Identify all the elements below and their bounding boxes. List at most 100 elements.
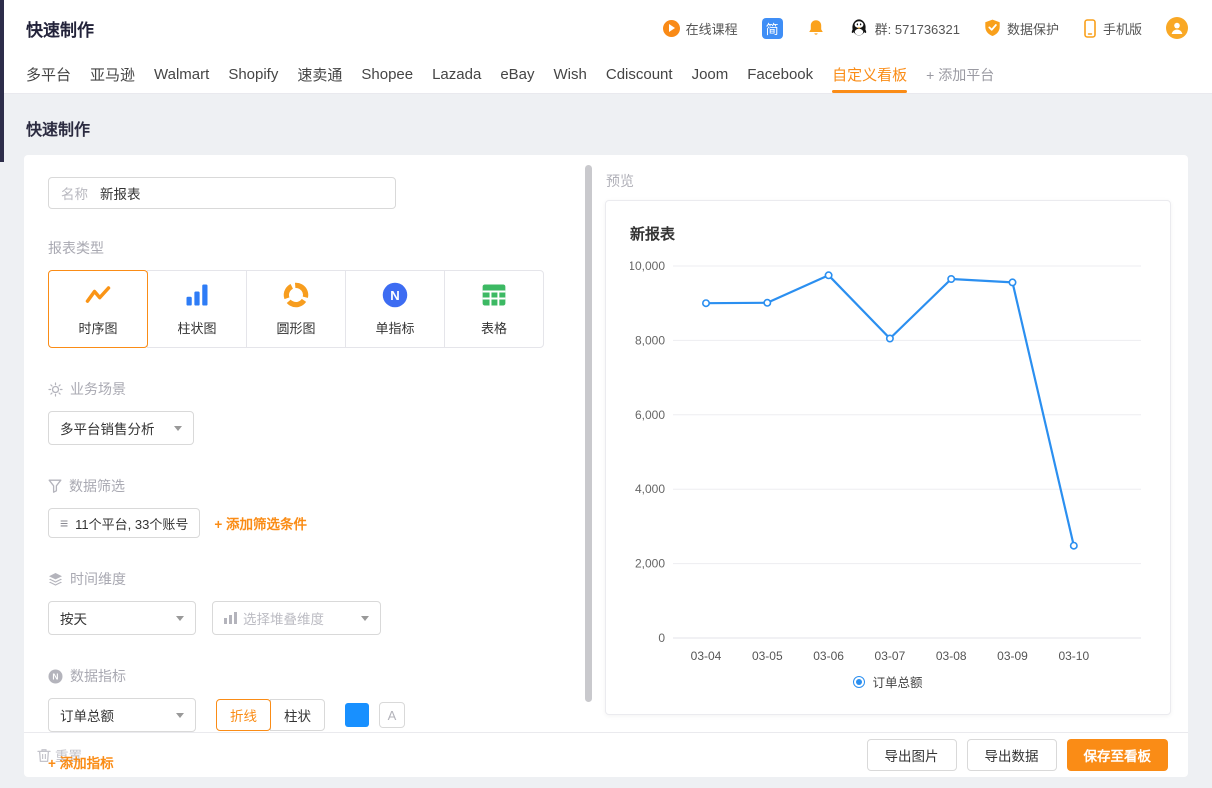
platform-tabs: 多平台亚马逊 Walmart Shopify 速卖通 Shopee Lazada eBay W… — [0, 56, 1212, 94]
preview-label: 预览 — [606, 171, 1171, 191]
report-type-donut-chart[interactable]: 圆形图 — [246, 270, 346, 348]
platform-tab-7[interactable]: eBay — [500, 56, 534, 93]
phone-icon — [1083, 19, 1097, 38]
bar-style-button[interactable]: 柱状 — [270, 699, 325, 731]
online-course-label: 在线课程 — [686, 19, 738, 38]
platform-tab-2[interactable]: Walmart — [154, 56, 209, 93]
report-type-label: 单指标 — [375, 318, 414, 337]
platform-tab-6[interactable]: Lazada — [432, 56, 481, 93]
platform-tab-4[interactable]: 速卖通 — [297, 56, 342, 93]
language-badge[interactable]: 简 — [762, 18, 783, 39]
platform-tab-8[interactable]: Wish — [554, 56, 587, 93]
topbar: 快速制作 在线课程 简 群: 571736321 数据保护 手机版 — [0, 0, 1212, 56]
platform-tab-9[interactable]: Cdiscount — [606, 56, 673, 93]
mini-bars-icon — [224, 612, 237, 624]
svg-text:03-08: 03-08 — [936, 649, 967, 663]
add-filter-link[interactable]: + 添加筛选条件 — [214, 513, 307, 533]
data-metric-label: 数据指标 — [70, 666, 126, 686]
report-type-label: 报表类型 — [48, 238, 104, 258]
sidebar-edge — [0, 0, 4, 162]
platform-tab-12[interactable]: 自定义看板 — [832, 56, 907, 93]
online-course-link[interactable]: 在线课程 — [663, 19, 738, 38]
legend-dot-icon — [853, 676, 865, 688]
notification-bell-icon[interactable] — [807, 19, 825, 37]
data-protection-link[interactable]: 数据保护 — [984, 19, 1059, 38]
svg-text:03-04: 03-04 — [691, 649, 722, 663]
metric-n-icon: N — [48, 669, 63, 684]
mobile-version-label: 手机版 — [1103, 19, 1142, 38]
platform-tab-0[interactable]: 多平台 — [26, 56, 71, 93]
series-color-swatch[interactable] — [345, 703, 369, 727]
report-name-input[interactable] — [100, 186, 383, 201]
platform-tab-10[interactable]: Joom — [692, 56, 729, 93]
qq-icon — [849, 18, 869, 38]
report-type-label: 圆形图 — [276, 318, 315, 337]
svg-text:2,000: 2,000 — [635, 557, 665, 571]
chevron-down-icon — [174, 426, 182, 431]
chevron-down-icon — [176, 616, 184, 621]
export-data-button[interactable]: 导出数据 — [967, 739, 1057, 771]
svg-text:10,000: 10,000 — [630, 259, 665, 273]
data-protection-label: 数据保护 — [1007, 19, 1059, 38]
metric-select[interactable]: 订单总额 — [48, 698, 196, 732]
donut-chart-icon — [281, 281, 311, 309]
shield-check-icon — [984, 19, 1001, 37]
report-type-group: 时序图 柱状图 圆形图 N 单指标 表格 — [48, 270, 547, 348]
report-type-line-chart[interactable]: 时序图 — [48, 270, 148, 348]
report-type-table[interactable]: 表格 — [444, 270, 544, 348]
form-scrollbar[interactable] — [585, 165, 592, 702]
chevron-down-icon — [361, 616, 369, 621]
chart-style-toggle: 折线 柱状 — [216, 699, 325, 731]
play-icon — [663, 20, 680, 37]
svg-text:4,000: 4,000 — [635, 482, 665, 496]
time-granularity-value: 按天 — [60, 608, 87, 628]
label-style-button[interactable]: A — [379, 702, 405, 728]
qq-group-link[interactable]: 群: 571736321 — [849, 18, 960, 38]
platform-tab-11[interactable]: Facebook — [747, 56, 813, 93]
svg-text:03-09: 03-09 — [997, 649, 1028, 663]
export-image-button[interactable]: 导出图片 — [867, 739, 957, 771]
platform-tab-1[interactable]: 亚马逊 — [90, 56, 135, 93]
app-title: 快速制作 — [26, 16, 94, 41]
bulb-icon — [48, 382, 63, 397]
stack-dimension-select[interactable]: 选择堆叠维度 — [212, 601, 381, 635]
metric-value: 订单总额 — [60, 705, 114, 725]
report-form: 名称 报表类型 时序图 柱状图 圆形图 N 单指标 表格 业务场景 多平台销售分析 数据筛… — [24, 155, 584, 732]
platform-tab-5[interactable]: Shopee — [361, 56, 413, 93]
hamburger-icon: ≡ — [60, 516, 68, 530]
time-dimension-label: 时间维度 — [70, 569, 126, 589]
report-type-label: 柱状图 — [177, 318, 216, 337]
svg-text:03-07: 03-07 — [875, 649, 906, 663]
table-icon — [479, 281, 509, 309]
preview-chart-card: 新报表 02,0004,0006,0008,00010,00003-0403-0… — [605, 200, 1171, 715]
svg-text:03-06: 03-06 — [813, 649, 844, 663]
funnel-icon — [48, 479, 62, 493]
line-style-button[interactable]: 折线 — [216, 699, 271, 731]
report-name-field[interactable]: 名称 — [48, 177, 396, 209]
single-metric-icon: N — [380, 281, 410, 309]
report-type-label: 时序图 — [78, 318, 117, 337]
report-type-bar-chart[interactable]: 柱状图 — [147, 270, 247, 348]
user-avatar[interactable] — [1166, 17, 1188, 39]
filter-summary: 11个平台, 33个账号 — [75, 514, 188, 533]
name-field-label: 名称 — [61, 183, 88, 203]
data-filter-label: 数据筛选 — [69, 476, 125, 496]
filter-summary-button[interactable]: ≡ 11个平台, 33个账号 — [48, 508, 200, 538]
business-scene-label: 业务场景 — [70, 379, 126, 399]
svg-text:N: N — [52, 671, 58, 681]
business-scene-value: 多平台销售分析 — [60, 418, 155, 438]
report-type-single-metric[interactable]: N 单指标 — [345, 270, 445, 348]
add-platform-tab[interactable]: + 添加平台 — [926, 56, 994, 93]
save-to-board-button[interactable]: 保存至看板 — [1067, 739, 1169, 771]
page-title: 快速制作 — [0, 94, 1212, 155]
report-type-label: 表格 — [481, 318, 507, 337]
platform-tab-3[interactable]: Shopify — [228, 56, 278, 93]
add-metric-link[interactable]: + 添加指标 — [48, 752, 560, 772]
business-scene-select[interactable]: 多平台销售分析 — [48, 411, 194, 445]
mobile-version-link[interactable]: 手机版 — [1083, 19, 1142, 38]
svg-text:6,000: 6,000 — [635, 408, 665, 422]
time-granularity-select[interactable]: 按天 — [48, 601, 196, 635]
svg-text:0: 0 — [658, 631, 665, 645]
chart-legend[interactable]: 订单总额 — [630, 672, 1146, 691]
stack-dimension-placeholder: 选择堆叠维度 — [243, 608, 324, 628]
